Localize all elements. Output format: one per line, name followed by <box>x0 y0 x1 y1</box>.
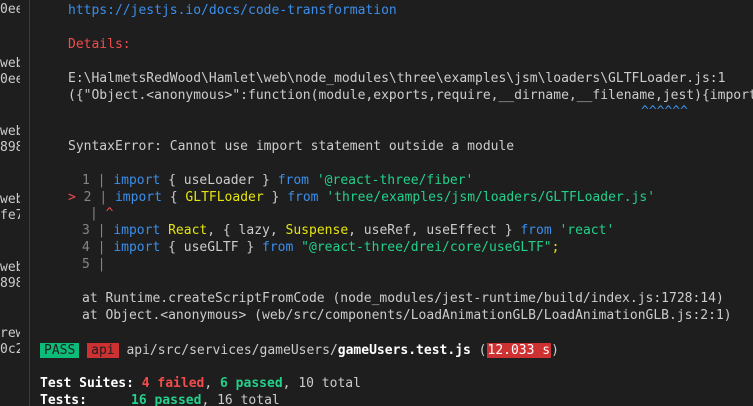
terminal-output[interactable]: https://jestjs.io/docs/code-transformati… <box>0 0 753 406</box>
docs-link[interactable]: https://jestjs.io/docs/code-transformati… <box>68 3 397 19</box>
keyword: from <box>520 223 552 238</box>
code-token: { useGLTF } <box>168 240 263 255</box>
tests-passed: 16 passed <box>131 393 202 406</box>
keyword: import <box>114 190 162 205</box>
keyword: import <box>113 223 161 238</box>
keyword: from <box>262 240 294 255</box>
code-token: } <box>263 190 280 205</box>
code-frame-line-3: 3 | import React, { lazy, Suspense, useR… <box>68 223 614 239</box>
code-token: , { lazy, <box>207 223 286 238</box>
line-number: 1 <box>82 173 90 188</box>
code-frame-line-2: > 2 | import { GLTFLoader } from 'three/… <box>68 190 656 205</box>
code-frame-line-4: 4 | import { useGLTF } from "@react-thre… <box>68 240 559 256</box>
code-token: useLoader <box>183 173 255 188</box>
keyword: from <box>277 173 310 188</box>
keyword: from <box>287 190 319 205</box>
error-caret: ^ <box>105 206 114 221</box>
code-frame-line-1: 1 | import { useLoader } from '@react-th… <box>68 173 473 189</box>
details-label: Details: <box>68 37 131 52</box>
stack-frame: at Runtime.createScriptFromCode (node_mo… <box>82 291 724 306</box>
code-token: , useRef, useEffect } <box>348 223 521 238</box>
test-duration: 12.033 s <box>486 343 552 358</box>
string-literal: '@react-three/fiber' <box>316 173 474 188</box>
suites-failed: 4 failed <box>141 376 205 391</box>
suites-summary: Test Suites: 4 failed, 6 passed, 10 tota… <box>40 376 361 391</box>
code-token: } <box>254 173 270 188</box>
error-pointer: > <box>68 190 76 205</box>
project-badge: api <box>87 343 119 358</box>
code-token: React <box>168 223 208 238</box>
pass-badge: PASS <box>40 343 80 358</box>
stack-frame: at Object.<anonymous> (web/src/component… <box>82 308 732 323</box>
tests-summary: Tests: 16 passed, 16 total <box>40 393 280 406</box>
line-number: 2 <box>83 190 92 205</box>
wrapper-code: ({"Object.<anonymous>":function(module,e… <box>68 88 753 103</box>
suites-passed: 6 passed <box>220 376 283 391</box>
line-number: 3 <box>82 223 90 238</box>
code-token: { <box>169 190 186 205</box>
suites-label: Test Suites: <box>40 376 134 391</box>
test-file-dir: api/src/services/gameUsers/ <box>126 343 338 358</box>
code-frame-line-5: 5 | <box>68 257 105 273</box>
string-literal: 'three/examples/jsm/loaders/GLTFLoader.j… <box>326 190 656 205</box>
code-token: Suspense <box>285 223 349 238</box>
code-frame-caret-line: | ^ <box>90 206 114 221</box>
tests-total: 16 total <box>217 393 280 406</box>
code-token: { <box>168 173 184 188</box>
line-number: 5 <box>82 257 90 272</box>
test-result-line: PASS api api/src/services/gameUsers/game… <box>40 343 559 359</box>
syntax-error-message: SyntaxError: Cannot use import statement… <box>68 139 515 154</box>
line-number: 4 <box>82 240 90 255</box>
string-literal: "@react-three/drei/core/useGLTF" <box>301 240 552 255</box>
test-file-name: gameUsers.test.js <box>337 343 471 358</box>
suites-total: 10 total <box>298 376 361 391</box>
error-carets: ^^^^^^ <box>641 104 688 119</box>
string-literal: 'react' <box>559 223 615 238</box>
code-token: GLTFLoader <box>185 190 264 205</box>
keyword: import <box>113 173 161 188</box>
keyword: import <box>113 240 161 255</box>
tests-label: Tests: <box>40 393 87 406</box>
file-path: E:\HalmetsRedWood\Hamlet\web\node_module… <box>68 71 726 86</box>
code-token: ; <box>551 240 560 255</box>
